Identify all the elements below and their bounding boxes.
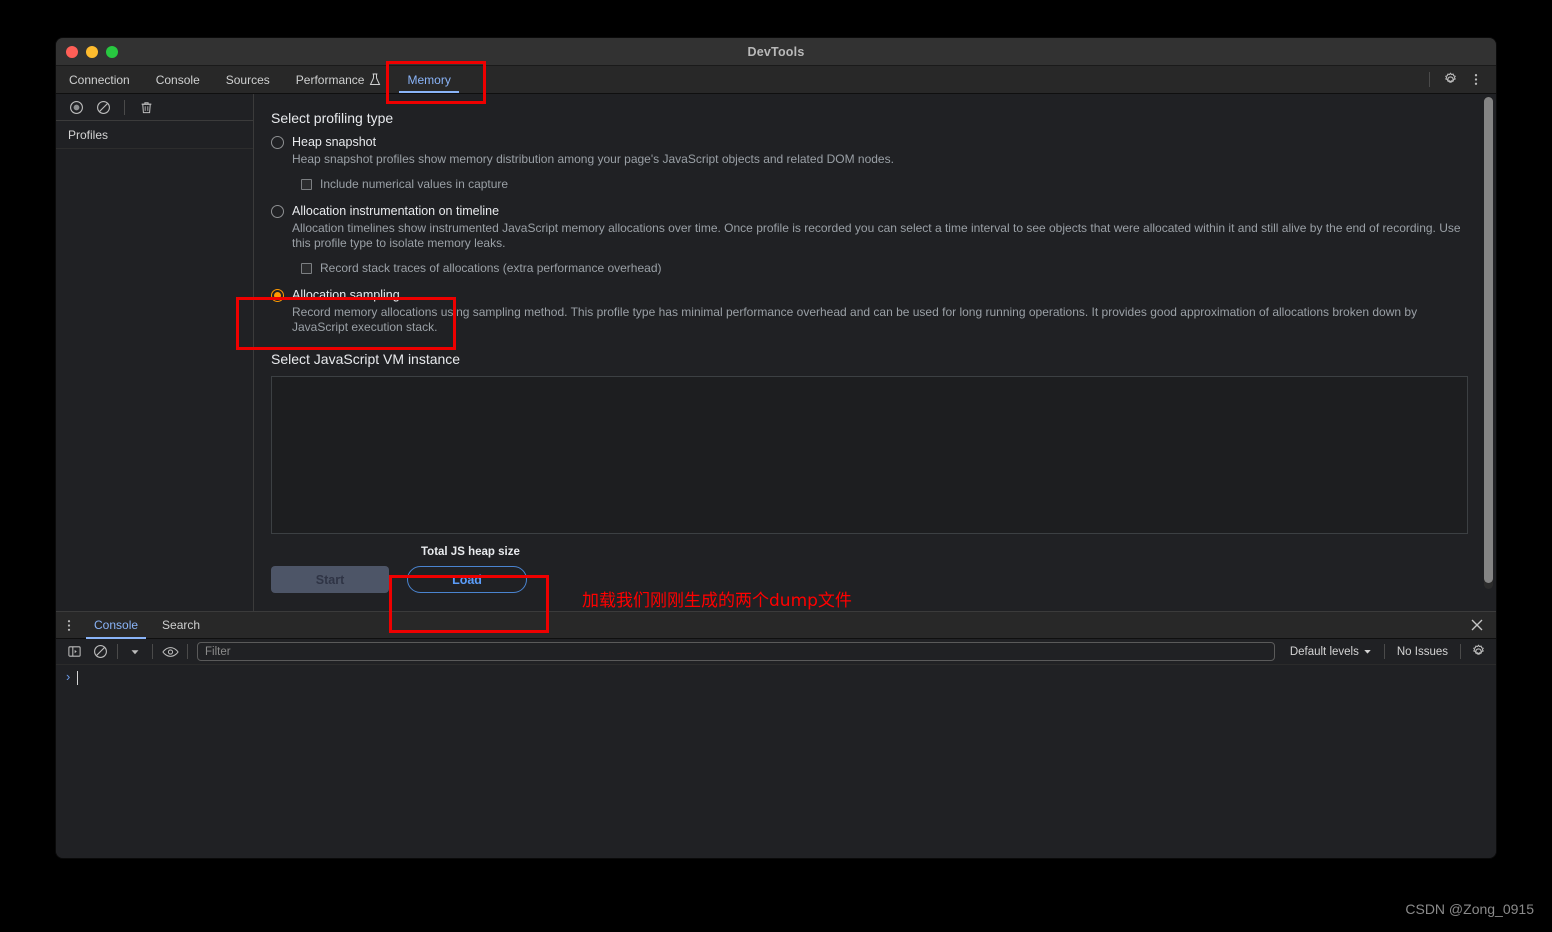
chevron-down-icon (1364, 649, 1371, 654)
record-icon[interactable] (64, 95, 88, 119)
launcher-scrollbar[interactable] (1484, 97, 1493, 589)
main-tabbar-actions (1423, 66, 1496, 93)
trash-icon[interactable] (134, 95, 158, 119)
radio-heap-snapshot[interactable] (271, 135, 284, 149)
console-prompt-input[interactable] (77, 671, 79, 685)
issues-counter[interactable]: No Issues (1390, 646, 1455, 658)
console-output[interactable]: › (56, 665, 1496, 685)
issues-label: No Issues (1396, 645, 1448, 658)
profile-type-allocation-instrumentation-label: Allocation instrumentation on timeline (292, 204, 500, 218)
tab-sources-label: Sources (225, 72, 270, 87)
profile-type-allocation-instrumentation-description: Allocation timelines show instrumented J… (292, 221, 1461, 250)
flask-icon (369, 73, 381, 86)
radio-allocation-sampling[interactable] (271, 288, 284, 302)
profile-type-allocation-sampling[interactable]: Allocation sampling Record memory alloca… (271, 288, 1496, 335)
profile-type-allocation-sampling-row[interactable]: Allocation sampling (271, 288, 1496, 302)
profiles-sidebar: Profiles (56, 94, 254, 654)
window-title: DevTools (747, 44, 805, 59)
minimize-window-button[interactable] (86, 45, 98, 58)
console-filter-input[interactable] (197, 642, 1275, 661)
console-toolbar: Default levels No Issues (56, 639, 1496, 665)
clear-icon[interactable] (91, 95, 115, 119)
gear-icon[interactable] (1438, 68, 1462, 92)
close-window-button[interactable] (66, 45, 78, 58)
tab-console-label: Console (155, 72, 200, 87)
profile-type-heap-snapshot-description: Heap snapshot profiles show memory distr… (292, 152, 894, 166)
gear-icon[interactable] (1466, 640, 1490, 664)
divider (152, 644, 153, 659)
clear-icon[interactable] (88, 640, 112, 664)
divider (1460, 644, 1461, 659)
profiles-toolbar (56, 94, 253, 121)
radio-allocation-instrumentation[interactable] (271, 204, 284, 218)
start-button[interactable]: Start (271, 566, 389, 593)
drawer-tabbar: Console Search (56, 612, 1496, 639)
chevron-down-icon[interactable] (123, 640, 147, 664)
option-include-numerical-values-label: Include numerical values in capture (320, 177, 509, 191)
tab-memory[interactable]: Memory (394, 66, 463, 93)
console-drawer: Console Search Filter Default levels No … (56, 611, 1496, 858)
profile-type-heap-snapshot[interactable]: Heap snapshot Heap snapshot profiles sho… (271, 135, 1496, 191)
divider (1383, 644, 1385, 659)
eye-icon[interactable] (158, 640, 182, 664)
option-record-stack-traces-label: Record stack traces of allocations (extr… (320, 261, 662, 275)
profile-type-heap-snapshot-row[interactable]: Heap snapshot (271, 135, 1496, 149)
drawer-tab-console-label: Console (94, 618, 139, 632)
profile-launcher: Select profiling type Heap snapshot Heap… (254, 94, 1496, 654)
more-vertical-icon[interactable] (56, 618, 82, 633)
annotation-note: 加载我们刚刚生成的两个dump文件 (582, 591, 852, 611)
tab-performance-label: Performance (295, 72, 365, 87)
vm-section-title: Select JavaScript VM instance (271, 351, 461, 367)
more-vertical-icon[interactable] (1464, 68, 1488, 92)
console-prompt-caret: › (66, 669, 71, 684)
launcher-footer: Total JS heap size Start Load (271, 546, 1496, 606)
tab-sources[interactable]: Sources (213, 66, 283, 93)
drawer-tab-search-label: Search (162, 618, 201, 632)
tab-connection[interactable]: Connection (56, 66, 143, 93)
checkbox-include-numerical-values[interactable] (301, 178, 312, 190)
devtools-window: DevTools Connection Console Sources Perf… (56, 38, 1496, 858)
watermark: CSDN @Zong_0915 (1405, 901, 1534, 917)
title-bar: DevTools (56, 38, 1496, 66)
main-tabbar: Connection Console Sources Performance M… (56, 66, 1496, 94)
launcher-buttons: Start Load (271, 566, 527, 593)
checkbox-record-stack-traces[interactable] (301, 262, 312, 274)
profile-type-allocation-instrumentation-row[interactable]: Allocation instrumentation on timeline (271, 204, 1496, 218)
option-record-stack-traces[interactable]: Record stack traces of allocations (extr… (301, 261, 1496, 275)
panel-toggle-icon[interactable] (62, 640, 86, 664)
divider (1429, 72, 1430, 87)
divider (187, 644, 188, 659)
profile-type-heap-snapshot-label: Heap snapshot (292, 135, 377, 149)
close-icon[interactable] (1470, 618, 1496, 632)
profiling-type-title: Select profiling type (271, 110, 394, 126)
vm-instance-list[interactable] (271, 376, 1468, 534)
console-levels-label: Default levels (1289, 645, 1359, 658)
option-include-numerical-values[interactable]: Include numerical values in capture (301, 177, 1496, 191)
heap-size-label: Total JS heap size (421, 546, 520, 558)
tab-performance[interactable]: Performance (283, 66, 395, 93)
profile-type-allocation-instrumentation[interactable]: Allocation instrumentation on timeline A… (271, 204, 1496, 275)
divider (124, 99, 125, 115)
profile-type-allocation-sampling-label: Allocation sampling (292, 288, 400, 302)
memory-panel-body: Profiles Select profiling type Heap snap… (56, 94, 1496, 654)
maximize-window-button[interactable] (106, 45, 118, 58)
drawer-tab-console[interactable]: Console (82, 612, 150, 639)
window-controls (66, 38, 118, 65)
console-levels-dropdown[interactable]: Default levels (1283, 646, 1379, 658)
load-button[interactable]: Load (407, 566, 527, 593)
profiles-header: Profiles (56, 121, 253, 149)
divider (117, 644, 118, 659)
launcher-scrollbar-thumb[interactable] (1484, 97, 1493, 583)
profile-type-allocation-sampling-description: Record memory allocations using sampling… (292, 305, 1418, 334)
tab-memory-label: Memory (407, 72, 451, 87)
tab-console[interactable]: Console (143, 66, 213, 93)
tab-connection-label: Connection (69, 72, 130, 87)
profiles-list[interactable] (56, 149, 253, 654)
vm-instance-section: Select JavaScript VM instance (271, 351, 1496, 534)
drawer-tab-search[interactable]: Search (150, 612, 212, 639)
